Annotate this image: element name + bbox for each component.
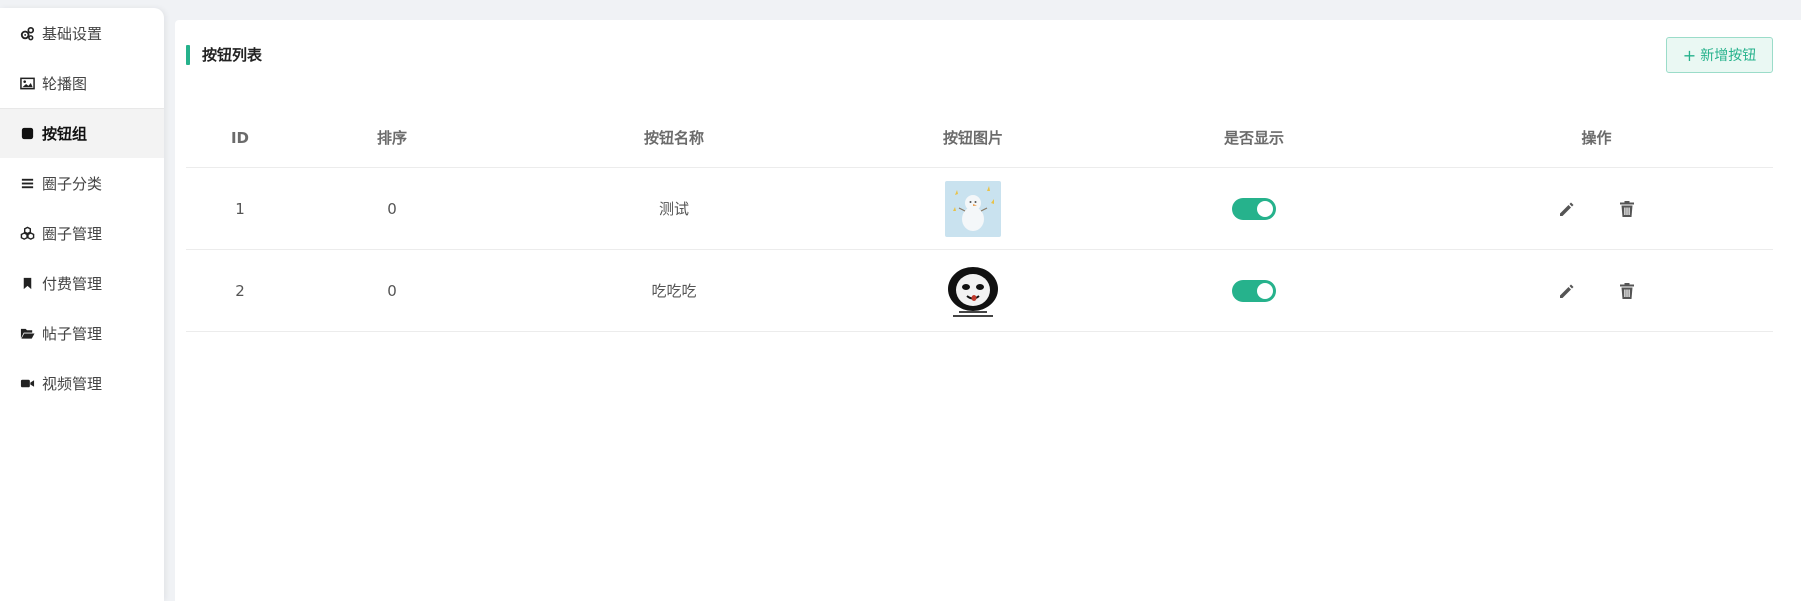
trash-icon <box>1619 282 1634 299</box>
delete-button[interactable] <box>1616 280 1638 302</box>
title-accent-bar <box>186 44 190 65</box>
sidebar-item-post-management[interactable]: 帖子管理 <box>0 308 164 358</box>
cell-id: 1 <box>235 199 245 218</box>
plus-icon: + <box>1682 45 1697 65</box>
row-actions <box>1556 198 1638 220</box>
table-row: 1 0 测试 <box>186 168 1773 250</box>
cell-sort: 0 <box>387 281 397 300</box>
edit-button[interactable] <box>1556 280 1578 302</box>
sidebar-item-label: 轮播图 <box>42 74 88 93</box>
cell-visible <box>1088 197 1420 220</box>
folder-open-icon <box>18 325 36 341</box>
column-header-visible: 是否显示 <box>1223 129 1284 147</box>
cell-name: 测试 <box>658 200 689 218</box>
cell-image <box>858 262 1088 319</box>
column-header-name: 按钮名称 <box>643 129 704 147</box>
sidebar-item-circle-management[interactable]: 圈子管理 <box>0 208 164 258</box>
cell-image <box>858 180 1088 237</box>
cell-id: 2 <box>235 281 245 300</box>
table-row: 2 0 吃吃吃 <box>186 250 1773 332</box>
column-header-sort: 排序 <box>376 129 407 147</box>
table-header: ID 排序 按钮名称 按钮图片 是否显示 操作 <box>186 108 1773 168</box>
sidebar-item-label: 按钮组 <box>42 125 88 143</box>
sidebar-item-circle-category[interactable]: 圈子分类 <box>0 158 164 208</box>
pencil-icon <box>1559 202 1573 216</box>
main-card: 按钮列表 + 新增按钮 ID 排序 按钮名称 按钮图片 是否显示 操作 1 0 … <box>175 20 1801 601</box>
cell-visible <box>1088 279 1420 302</box>
square-icon <box>18 126 36 142</box>
column-header-id: ID <box>230 128 250 147</box>
cell-sort: 0 <box>387 199 397 218</box>
panda-meme-thumbnail[interactable] <box>945 262 1001 319</box>
cell-name: 吃吃吃 <box>651 282 697 300</box>
video-icon <box>18 375 36 391</box>
add-button-label: 新增按钮 <box>1700 48 1757 64</box>
sidebar-item-button-group[interactable]: 按钮组 <box>0 108 164 158</box>
sidebar-item-label: 付费管理 <box>42 274 103 293</box>
sidebar-item-label: 基础设置 <box>42 24 103 43</box>
top-strip <box>0 0 1801 8</box>
trash-icon <box>1619 200 1634 217</box>
column-header-image: 按钮图片 <box>942 129 1003 147</box>
page-title-text: 按钮列表 <box>202 46 263 64</box>
sidebar-item-label: 圈子管理 <box>42 224 103 243</box>
pencil-icon <box>1559 284 1573 298</box>
sidebar-item-label: 圈子分类 <box>42 174 103 193</box>
visible-toggle[interactable] <box>1232 279 1276 302</box>
cell-actions <box>1420 198 1773 220</box>
button-table: ID 排序 按钮名称 按钮图片 是否显示 操作 1 0 测试 2 0 吃吃吃 <box>186 108 1773 332</box>
sidebar-item-carousel[interactable]: 轮播图 <box>0 58 164 108</box>
column-header-actions: 操作 <box>1581 129 1612 147</box>
sidebar-item-basic-settings[interactable]: 基础设置 <box>0 8 164 58</box>
row-actions <box>1556 280 1638 302</box>
sidebar-item-video-management[interactable]: 视频管理 <box>0 358 164 408</box>
delete-button[interactable] <box>1616 198 1638 220</box>
image-icon <box>18 75 36 91</box>
cubes-icon <box>18 225 36 241</box>
gears-icon <box>18 25 36 41</box>
toggle-knob <box>1257 282 1273 299</box>
bookmark-icon <box>18 275 36 291</box>
add-button[interactable]: + 新增按钮 <box>1666 37 1773 73</box>
list-icon <box>18 175 36 191</box>
snowman-thumbnail[interactable] <box>945 180 1001 237</box>
visible-toggle[interactable] <box>1232 197 1276 220</box>
sidebar-item-label: 视频管理 <box>42 374 103 393</box>
sidebar-item-label: 帖子管理 <box>42 324 103 343</box>
sidebar: 基础设置 轮播图 按钮组 圈子分类 圈子管理 付费管理 帖子管理 视频管理 <box>0 8 164 601</box>
page-title: 按钮列表 <box>186 44 262 65</box>
cell-actions <box>1420 280 1773 302</box>
sidebar-item-payment-management[interactable]: 付费管理 <box>0 258 164 308</box>
edit-button[interactable] <box>1556 198 1578 220</box>
toggle-knob <box>1257 200 1273 217</box>
